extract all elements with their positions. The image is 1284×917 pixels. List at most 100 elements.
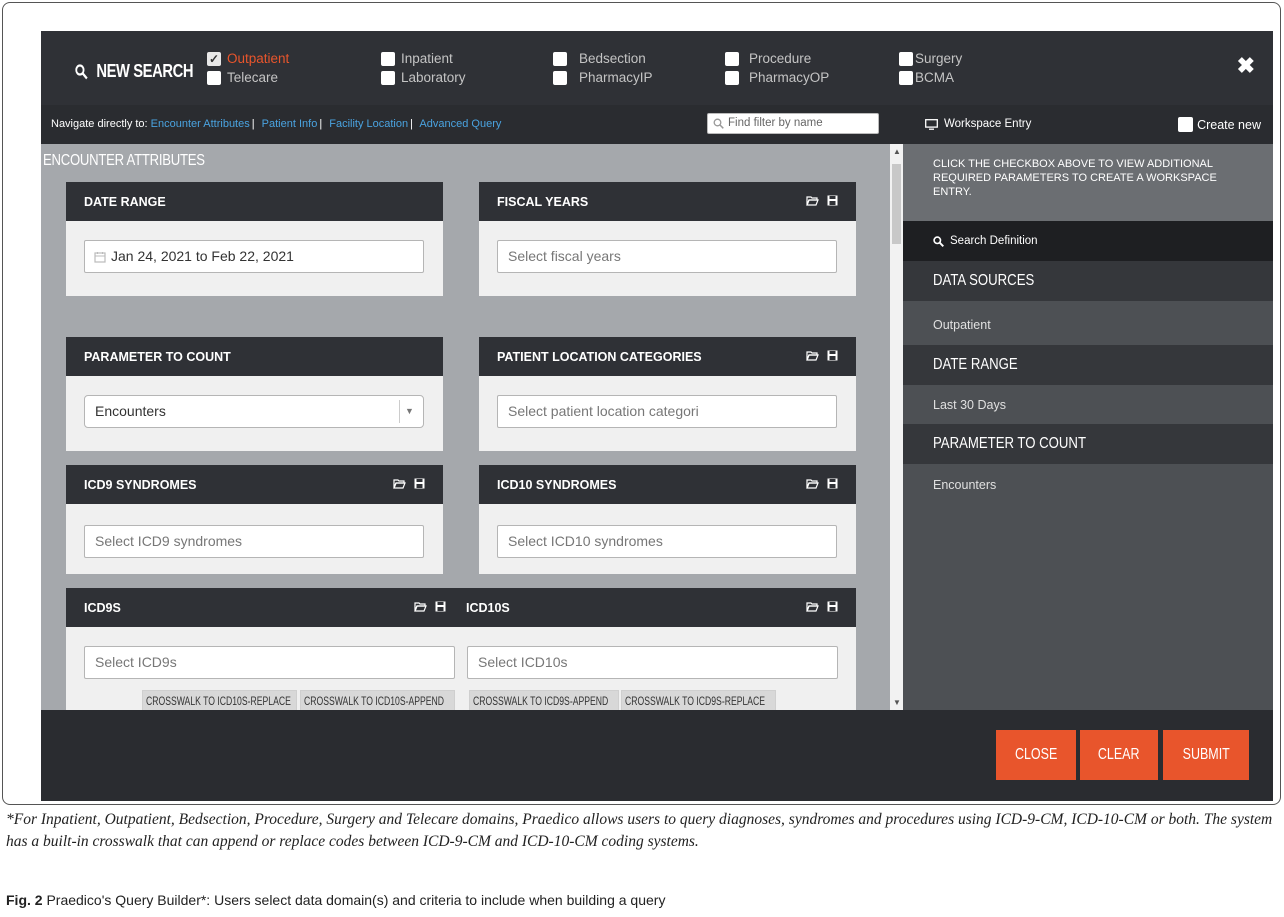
calendar-icon [94,252,106,263]
date-range-value: Last 30 Days [933,398,1006,412]
parameter-to-count-select[interactable]: Encounters ▼ [84,395,424,428]
checkbox-icon[interactable] [1178,117,1194,132]
search-icon [933,235,944,247]
parameter-to-count-value: Encounters [933,478,997,492]
section-title: ENCOUNTER ATTRIBUTES [43,152,205,169]
checkbox-icon[interactable] [553,70,567,85]
modal-header: NEW SEARCH Outpatient Telecare Inpatient… [41,31,1273,105]
search-definition-panel: Workspace Entry Create new CLICK THE CHE… [903,105,1273,710]
nav-link-encounter-attributes[interactable]: Encounter Attributes [151,118,250,130]
clear-button[interactable]: CLEAR [1080,730,1158,780]
submit-button[interactable]: SUBMIT [1163,730,1249,780]
domain-inpatient[interactable]: Inpatient [381,51,453,66]
data-sources-value: Outpatient [933,318,991,332]
folder-open-icon[interactable] [806,195,819,206]
card-title: ICD10 SYNDROMES [497,477,617,492]
workspace-message: CLICK THE CHECKBOX ABOVE TO VIEW ADDITIO… [903,144,1273,221]
new-search-modal: NEW SEARCH Outpatient Telecare Inpatient… [41,31,1273,801]
icd10-syndromes-input[interactable]: Select ICD10 syndromes [497,525,837,558]
figure-frame: NEW SEARCH Outpatient Telecare Inpatient… [2,2,1281,805]
domain-procedure[interactable]: Procedure [725,51,811,66]
card-header: ICD10 SYNDROMES [479,465,856,504]
domain-telecare[interactable]: Telecare [207,70,278,85]
save-icon[interactable] [827,478,838,489]
nav-link-patient-info[interactable]: Patient Info [262,118,318,130]
checkbox-icon[interactable] [899,51,913,66]
modal-footer: CLOSE CLEAR SUBMIT [41,710,1273,801]
date-range-input[interactable]: Jan 24, 2021 to Feb 22, 2021 [84,240,424,273]
crosswalk-to-icd10s-append-button[interactable]: CROSSWALK TO ICD10S-APPEND [300,690,455,710]
data-sources-title: DATA SOURCES [903,261,1273,301]
folder-open-icon[interactable] [414,601,427,612]
figure-caption-note: *For Inpatient, Outpatient, Bedsection, … [6,811,1273,850]
crosswalk-to-icd10s-replace-button[interactable]: CROSSWALK TO ICD10S-REPLACE [142,690,297,710]
checkbox-icon[interactable] [381,51,395,66]
figure-caption-text: Praedico's Query Builder*: Users select … [46,892,666,908]
folder-open-icon[interactable] [393,478,406,489]
search-icon [75,63,88,79]
checkbox-icon[interactable] [207,70,221,85]
figure-label: Fig. 2 [6,892,43,908]
checkbox-icon[interactable] [725,51,739,66]
patient-location-input[interactable]: Select patient location categori [497,395,837,428]
save-icon[interactable] [827,350,838,361]
domain-surgery[interactable]: Surgery [899,51,962,66]
monitor-icon [925,118,938,130]
folder-open-icon[interactable] [806,350,819,361]
close-button[interactable]: CLOSE [996,730,1076,780]
card-title: PARAMETER TO COUNT [66,337,443,376]
domain-bcma[interactable]: BCMA [899,70,954,85]
main-scrollbar[interactable]: ▲ ▼ [890,144,903,710]
domain-pharmacyip[interactable]: PharmacyIP [553,70,653,85]
crosswalk-to-icd9s-append-button[interactable]: CROSSWALK TO ICD9S-APPEND [469,690,619,710]
scroll-up-icon[interactable]: ▲ [893,147,901,156]
card-title: DATE RANGE [66,182,443,221]
search-icon [713,118,724,129]
encounter-attributes-panel: ENCOUNTER ATTRIBUTES DATE RANGE Jan 24, … [41,144,890,710]
parameter-to-count-card: PARAMETER TO COUNT Encounters ▼ [66,337,443,451]
nav-link-advanced-query[interactable]: Advanced Query [419,118,501,130]
scrollbar-thumb[interactable] [892,164,901,244]
close-icon[interactable]: ✖ [1237,53,1255,79]
checkbox-icon[interactable] [381,70,395,85]
date-range-value: Jan 24, 2021 to Feb 22, 2021 [111,248,294,264]
card-title: PATIENT LOCATION CATEGORIES [497,349,702,364]
folder-open-icon[interactable] [806,478,819,489]
icd10s-input[interactable]: Select ICD10s [467,646,838,679]
checkbox-icon[interactable] [725,70,739,85]
chevron-down-icon[interactable]: ▼ [399,400,419,423]
create-new-checkbox[interactable]: Create new [1178,117,1261,132]
checkbox-icon[interactable] [553,51,567,66]
icd-codes-card: ICD9S ICD10S Select ICD9s Select ICD10s … [66,588,856,710]
checkbox-icon[interactable] [899,70,913,85]
find-filter-input[interactable]: Find filter by name [707,113,879,134]
save-icon[interactable] [827,601,838,612]
save-icon[interactable] [414,478,425,489]
scroll-down-icon[interactable]: ▼ [893,698,901,707]
nav-link-facility-location[interactable]: Facility Location [329,118,408,130]
icd9-syndromes-card: ICD9 SYNDROMES Select ICD9 syndromes [66,465,443,574]
date-range-title: DATE RANGE [903,345,1273,385]
fiscal-years-input[interactable]: Select fiscal years [497,240,837,273]
save-icon[interactable] [827,195,838,206]
domain-pharmacyop[interactable]: PharmacyOP [725,70,829,85]
workspace-entry-label: Workspace Entry [925,118,1031,130]
nav-separator: | [410,118,413,130]
domain-outpatient[interactable]: Outpatient [207,51,289,66]
domain-bedsection[interactable]: Bedsection [553,51,646,66]
card-header: ICD9S ICD10S [66,588,856,627]
icd9s-input[interactable]: Select ICD9s [84,646,455,679]
new-search-title: NEW SEARCH [75,61,194,82]
save-icon[interactable] [435,601,446,612]
new-search-label: NEW SEARCH [96,61,194,81]
checkbox-icon[interactable] [207,51,221,66]
domain-laboratory[interactable]: Laboratory [381,70,466,85]
folder-open-icon[interactable] [806,601,819,612]
icd10-syndromes-card: ICD10 SYNDROMES Select ICD10 syndromes [479,465,856,574]
crosswalk-to-icd9s-replace-button[interactable]: CROSSWALK TO ICD9S-REPLACE [621,690,776,710]
icd9-syndromes-input[interactable]: Select ICD9 syndromes [84,525,424,558]
nav-separator: | [319,118,323,130]
workspace-entry-header: Workspace Entry Create new [903,105,1273,144]
find-filter-placeholder: Find filter by name [728,117,823,129]
fiscal-years-card: FISCAL YEARS Select fiscal years [479,182,856,296]
